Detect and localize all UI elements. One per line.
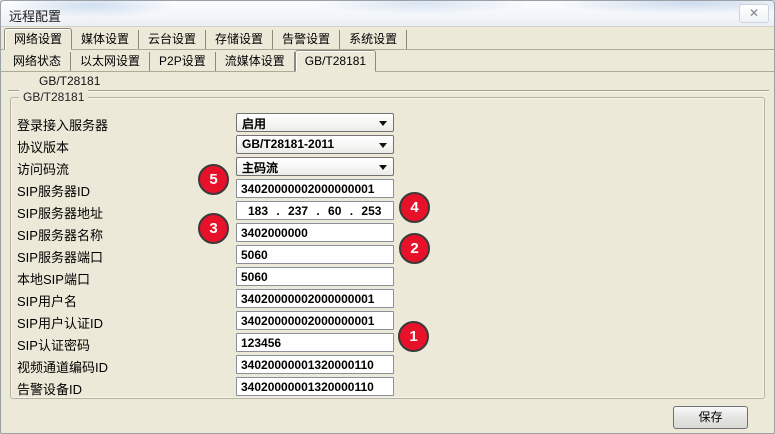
- form-row: 协议版本 GB/T28181-2011: [1, 135, 775, 155]
- save-button[interactable]: 保存: [673, 406, 748, 429]
- login-access-server-select[interactable]: 启用: [236, 113, 394, 132]
- sip-user-auth-id-input[interactable]: [236, 311, 394, 330]
- field-label: SIP用户认证ID: [17, 313, 103, 332]
- form-row: 告警设备ID: [1, 377, 775, 397]
- form-row: SIP用户认证ID: [1, 311, 775, 331]
- divider: [8, 90, 769, 92]
- form-row: SIP服务器ID: [1, 179, 775, 199]
- tab-network-settings[interactable]: 网络设置: [4, 28, 72, 50]
- field-label: SIP服务器ID: [17, 181, 90, 200]
- field-label: SIP认证密码: [17, 335, 90, 354]
- form-row: 本地SIP端口: [1, 267, 775, 287]
- tab-network-status[interactable]: 网络状态: [4, 52, 71, 71]
- chevron-down-icon: [379, 121, 387, 126]
- tab-storage-settings[interactable]: 存储设置: [206, 30, 273, 49]
- field-label: SIP服务器名称: [17, 225, 103, 244]
- combo-value: 主码流: [242, 159, 278, 176]
- form-row: SIP服务器名称: [1, 223, 775, 243]
- field-label: 访问码流: [17, 159, 69, 178]
- alarm-device-id-input[interactable]: [236, 377, 394, 396]
- video-channel-id-input[interactable]: [236, 355, 394, 374]
- groupbox-title: GB/T28181: [19, 90, 88, 104]
- window-title: 远程配置: [9, 6, 61, 25]
- annotation-badge-5: 5: [198, 164, 229, 195]
- annotation-badge-4: 4: [399, 192, 430, 223]
- field-label: 视频通道编码ID: [17, 357, 108, 376]
- access-stream-select[interactable]: 主码流: [236, 157, 394, 176]
- form-row: SIP服务器端口: [1, 245, 775, 265]
- form-row: 视频通道编码ID: [1, 355, 775, 375]
- form-row: SIP服务器地址: [1, 201, 775, 221]
- page-title: GB/T28181: [39, 74, 100, 88]
- annotation-badge-2: 2: [399, 233, 430, 264]
- form-row: 登录接入服务器 启用: [1, 113, 775, 133]
- field-label: 告警设备ID: [17, 379, 82, 398]
- tab-ptz-settings[interactable]: 云台设置: [139, 30, 206, 49]
- primary-tab-strip: 网络设置 媒体设置 云台设置 存储设置 告警设置 系统设置: [1, 28, 775, 50]
- protocol-version-select[interactable]: GB/T28181-2011: [236, 135, 394, 154]
- sip-server-id-input[interactable]: [236, 179, 394, 198]
- form-row: SIP认证密码: [1, 333, 775, 353]
- chevron-down-icon: [379, 165, 387, 170]
- close-icon: ✕: [749, 6, 759, 20]
- sip-username-input[interactable]: [236, 289, 394, 308]
- tab-media-settings[interactable]: 媒体设置: [72, 30, 139, 49]
- tab-stream-media-settings[interactable]: 流媒体设置: [216, 52, 295, 71]
- field-label: 协议版本: [17, 137, 69, 156]
- sip-server-address-input[interactable]: [236, 201, 394, 220]
- title-bar[interactable]: 远程配置 ✕: [1, 1, 775, 27]
- tab-p2p-settings[interactable]: P2P设置: [150, 52, 216, 71]
- local-sip-port-input[interactable]: [236, 267, 394, 286]
- tab-gbt28181[interactable]: GB/T28181: [295, 50, 376, 72]
- annotation-badge-3: 3: [198, 213, 229, 244]
- remote-config-dialog: 远程配置 ✕ 网络设置 媒体设置 云台设置 存储设置 告警设置 系统设置 网络状…: [0, 0, 775, 434]
- combo-value: GB/T28181-2011: [242, 137, 334, 151]
- field-label: 登录接入服务器: [17, 115, 108, 134]
- sip-auth-password-input[interactable]: [236, 333, 394, 352]
- chevron-down-icon: [379, 143, 387, 148]
- combo-value: 启用: [242, 115, 266, 132]
- form-row: SIP用户名: [1, 289, 775, 309]
- tab-ethernet-settings[interactable]: 以太网设置: [71, 52, 150, 71]
- tab-system-settings[interactable]: 系统设置: [340, 30, 407, 49]
- sip-server-name-input[interactable]: [236, 223, 394, 242]
- close-button[interactable]: ✕: [739, 4, 769, 23]
- tab-alarm-settings[interactable]: 告警设置: [273, 30, 340, 49]
- secondary-tab-strip: 网络状态 以太网设置 P2P设置 流媒体设置 GB/T28181: [1, 50, 775, 72]
- sip-server-port-input[interactable]: [236, 245, 394, 264]
- field-label: SIP用户名: [17, 291, 77, 310]
- field-label: 本地SIP端口: [17, 269, 90, 288]
- annotation-badge-1: 1: [398, 321, 429, 352]
- form-row: 访问码流 主码流: [1, 157, 775, 177]
- field-label: SIP服务器端口: [17, 247, 103, 266]
- field-label: SIP服务器地址: [17, 203, 103, 222]
